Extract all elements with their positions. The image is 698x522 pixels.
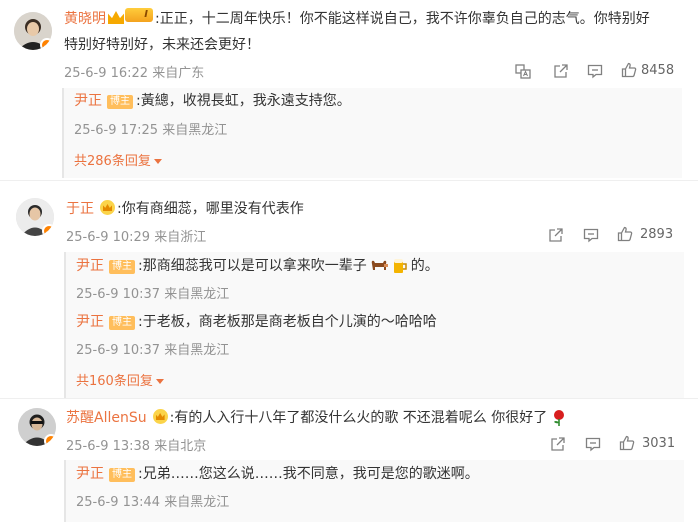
- reply-author[interactable]: 尹正: [76, 258, 104, 274]
- comment-icon[interactable]: [583, 227, 599, 243]
- comment-text: :有的人入行十八年了都没什么火的歌 不还混着呢么 你很好了: [169, 410, 548, 426]
- reply-meta: 25-6-9 10:37 来自黑龙江: [76, 343, 230, 358]
- share-icon[interactable]: [550, 436, 566, 452]
- translate-icon[interactable]: [515, 63, 531, 79]
- comment-author[interactable]: 于正: [66, 201, 94, 217]
- reply-meta: 25-6-9 10:37 来自黑龙江: [76, 287, 230, 302]
- ox-emoji-icon: [371, 260, 388, 270]
- divider: [0, 398, 698, 399]
- comment-actions: 3031: [550, 434, 690, 454]
- comment-icon[interactable]: [587, 63, 603, 79]
- reply-text-after: 的。: [410, 258, 439, 274]
- comment-actions: 2893: [548, 225, 688, 245]
- like-count: 2893: [640, 227, 674, 242]
- beer-emoji-icon: [393, 259, 407, 273]
- reply-text: :兄弟……您这么说……我不同意，我可是您的歌迷啊。: [138, 466, 479, 482]
- comment-text-continued: 特别好特别好，未来还会更好！: [64, 37, 260, 53]
- share-icon[interactable]: [548, 227, 564, 243]
- comment-meta: 25-6-9 10:29 来自浙江: [66, 230, 207, 245]
- reply-author[interactable]: 尹正: [76, 314, 104, 330]
- reply-box: 尹正 博主:那商细蕊我可以是可以拿来吹一辈子 的。 25-6-9 10:37 来自黑…: [64, 252, 684, 398]
- comment-text: :你有商细蕊，哪里没有代表作: [117, 201, 304, 217]
- author-tag: 博主: [109, 260, 135, 274]
- vip-crown-icon: [100, 198, 115, 220]
- comment-actions: 8458: [515, 61, 685, 81]
- vip-crown-icon: [152, 407, 168, 429]
- reply-text: :那商细蕊我可以是可以拿来吹一辈子: [138, 258, 367, 274]
- comment-text: :正正，十二周年快乐！你不能这样说自己，我不许你辜负自己的志气。你特别好: [155, 11, 650, 27]
- reply-text: :黃總，收視長虹，我永遠支持您。: [136, 93, 351, 109]
- like-icon[interactable]: [619, 435, 635, 451]
- reply-meta: 25-6-9 13:44 来自黑龙江: [76, 495, 230, 510]
- divider: [0, 180, 698, 181]
- avatar[interactable]: [14, 12, 52, 50]
- reply-box: 尹正 博主:黃總，收視長虹，我永遠支持您。 25-6-9 17:25 来自黑龙江 …: [62, 88, 682, 178]
- author-tag: 博主: [107, 95, 133, 109]
- author-tag: 博主: [109, 316, 135, 330]
- caret-down-icon: [153, 159, 162, 164]
- like-icon[interactable]: [621, 62, 637, 78]
- comment-meta: 25-6-9 16:22 来自广东: [64, 66, 205, 81]
- verified-badge-icon: [42, 224, 54, 236]
- reply-text: :于老板，商老板那是商老板自个儿演的～哈哈哈: [138, 314, 437, 330]
- verified-badge-icon: [44, 434, 56, 446]
- rose-emoji-icon: [554, 410, 565, 426]
- reply-meta: 25-6-9 17:25 来自黑龙江: [74, 123, 228, 138]
- avatar[interactable]: [18, 408, 56, 446]
- author-tag: 博主: [109, 468, 135, 482]
- more-replies-link[interactable]: 共286条回复: [74, 150, 162, 169]
- comment-icon[interactable]: [585, 436, 601, 452]
- verified-badge-icon: [40, 38, 52, 50]
- reply-author[interactable]: 尹正: [74, 93, 102, 109]
- like-count: 3031: [642, 436, 676, 451]
- reply-author[interactable]: 尹正: [76, 466, 104, 482]
- reply-box: 尹正 博主:兄弟……您这么说……我不同意，我可是您的歌迷啊。 25-6-9 13:…: [64, 460, 684, 522]
- caret-down-icon: [155, 379, 164, 384]
- like-count: 8458: [641, 63, 675, 78]
- vip-crown-icon: I: [108, 8, 153, 30]
- comment-author[interactable]: 苏醒AllenSu: [66, 410, 147, 426]
- share-icon[interactable]: [553, 63, 569, 79]
- comment-author[interactable]: 黄晓明: [64, 11, 106, 27]
- more-replies-link[interactable]: 共160条回复: [76, 370, 164, 389]
- avatar[interactable]: [16, 198, 54, 236]
- comment-meta: 25-6-9 13:38 来自北京: [66, 439, 207, 454]
- like-icon[interactable]: [617, 226, 633, 242]
